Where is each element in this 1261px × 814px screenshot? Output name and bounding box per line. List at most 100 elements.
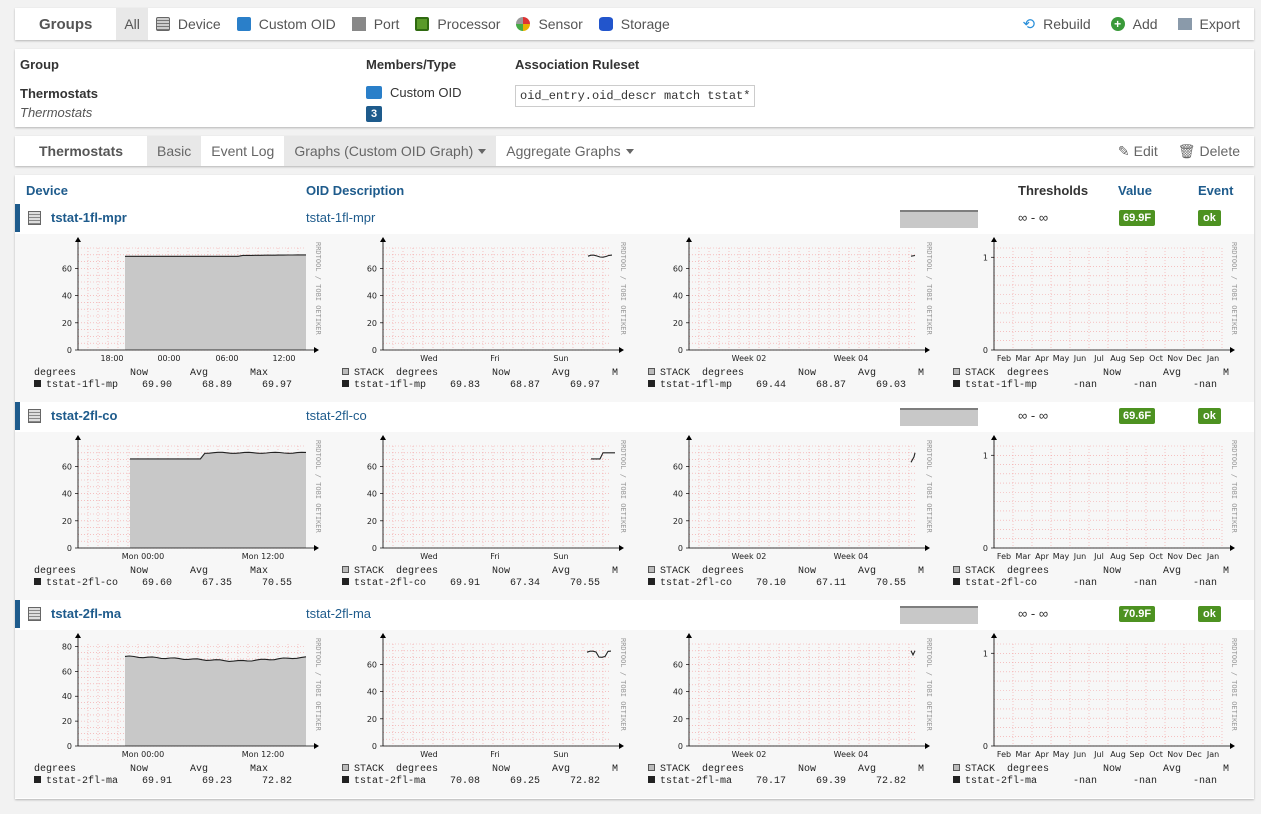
- col-event[interactable]: Event: [1198, 183, 1233, 198]
- legend-header-text: degrees Now Avg Max: [34, 764, 269, 775]
- x-tick-label: 18:00: [100, 354, 123, 363]
- rrdtool-watermark: RRDTOOL / TOBI OETIKER: [619, 242, 627, 336]
- tab-event-log-label: Event Log: [211, 143, 275, 159]
- groups-navbar: Groups All Device Custom OID Port Proces…: [15, 8, 1254, 40]
- rrd-graph-month[interactable]: 0 20 40 60 Week 02 Week 04 RRDTOOL / TOBI OETI…: [639, 432, 939, 600]
- x-tick-label: Nov: [1167, 552, 1183, 561]
- y-tick-label: 60: [62, 462, 72, 471]
- tab-graphs[interactable]: Graphs (Custom OID Graph): [284, 136, 497, 166]
- tab-aggregate-label: Aggregate Graphs: [506, 143, 621, 159]
- rrd-graph-day[interactable]: 0 20 40 60 Mon 00:00 Mon 12:00 RRDTOOL / TOBI …: [28, 432, 328, 600]
- nav-all[interactable]: All: [116, 8, 148, 40]
- oid-description-link[interactable]: tstat-1fl-mpr: [306, 210, 375, 225]
- y-tick-label: 0: [372, 346, 377, 355]
- legend-header: degrees Now Avg Max: [34, 566, 268, 577]
- x-tick-label: Week 04: [834, 552, 869, 561]
- rrd-graph-canvas: 0 1 Feb Mar Apr May Jun Jul Aug Sep Oct Nov Dec Jan RR…: [983, 633, 1238, 759]
- rrd-graph-day[interactable]: 0 20 40 60 18:00 00:00 06:00 12:00 RRDTOOL / TOB…: [28, 234, 328, 402]
- rrd-graph-year[interactable]: 0 1 Feb Mar Apr May Jun Jul Aug Sep Oct Nov Dec Jan RR…: [944, 630, 1244, 798]
- rrd-graph-year[interactable]: 0 1 Feb Mar Apr May Jun Jul Aug Sep Oct Nov Dec Jan RR…: [944, 234, 1244, 402]
- export-label: Export: [1199, 16, 1240, 32]
- x-tick-label: Jan: [1206, 750, 1219, 759]
- x-tick-label: 06:00: [215, 354, 238, 363]
- x-tick-label: Week 02: [732, 750, 767, 759]
- tab-basic[interactable]: Basic: [147, 136, 202, 166]
- rrd-graph-week[interactable]: 0 20 40 60 Wed Fri Sun RRDTOOL / TOBI OETIKER ST…: [333, 234, 633, 402]
- legend-row-text: tstat-2fl-co -nan -nan -nan: [965, 578, 1218, 589]
- nav-processor[interactable]: Processor: [407, 8, 508, 40]
- rrd-graph-month[interactable]: 0 20 40 60 Week 02 Week 04 RRDTOOL / TOBI OETI…: [639, 234, 939, 402]
- tab-event-log[interactable]: Event Log: [201, 136, 284, 166]
- table-row[interactable]: tstat-2fl-co tstat-2fl-co ∞ - ∞ 69.6F ok: [15, 402, 1254, 432]
- col-oid-description[interactable]: OID Description: [306, 183, 404, 198]
- y-tick-label: 0: [983, 742, 988, 751]
- y-tick-label: 20: [62, 517, 72, 526]
- nav-storage[interactable]: Storage: [591, 8, 678, 40]
- nav-device[interactable]: Device: [148, 8, 229, 40]
- rrd-graph-month[interactable]: 0 20 40 60 Week 02 Week 04 RRDTOOL / TOBI OETI…: [639, 630, 939, 798]
- legend-swatch: [342, 380, 349, 387]
- y-axis-arrow: [686, 435, 692, 440]
- legend-swatch: [953, 380, 960, 387]
- rrdtool-watermark: RRDTOOL / TOBI OETIKER: [1230, 440, 1238, 534]
- series-line: [586, 650, 612, 658]
- nav-custom-oid[interactable]: Custom OID: [229, 8, 344, 40]
- edit-button[interactable]: ✎ Edit: [1108, 136, 1168, 166]
- x-tick-label: Aug: [1110, 750, 1126, 759]
- y-tick-label: 20: [673, 715, 683, 724]
- rrdtool-watermark: RRDTOOL / TOBI OETIKER: [619, 638, 627, 732]
- gauge-icon: [516, 17, 531, 31]
- legend-header: STACK degrees Now Avg M: [342, 368, 618, 379]
- oid-description-link[interactable]: tstat-2fl-co: [306, 408, 367, 423]
- legend-swatch: [953, 776, 960, 783]
- nav-sensor[interactable]: Sensor: [508, 8, 590, 40]
- y-axis-arrow: [380, 633, 386, 638]
- table-row[interactable]: tstat-2fl-ma tstat-2fl-ma ∞ - ∞ 70.9F ok: [15, 600, 1254, 630]
- x-tick-label: Fri: [490, 750, 500, 759]
- group-header: Group: [20, 57, 59, 72]
- y-tick-label: 20: [673, 319, 683, 328]
- col-value[interactable]: Value: [1118, 183, 1152, 198]
- device-link[interactable]: tstat-1fl-mpr: [51, 210, 127, 225]
- legend-header-text: STACK degrees Now Avg M: [354, 566, 619, 577]
- x-tick-label: Sep: [1129, 552, 1144, 561]
- rrdtool-watermark: RRDTOOL / TOBI OETIKER: [925, 242, 933, 336]
- rrdtool-watermark: RRDTOOL / TOBI OETIKER: [1230, 638, 1238, 732]
- sparkline[interactable]: [900, 606, 978, 624]
- rrd-graph-canvas: 0 1 Feb Mar Apr May Jun Jul Aug Sep Oct Nov Dec Jan RR…: [983, 237, 1238, 363]
- y-tick-label: 0: [983, 346, 988, 355]
- legend-row-text: tstat-2fl-co 69.60 67.35 70.55: [46, 578, 293, 589]
- member-type: Custom OID: [390, 85, 462, 100]
- rrd-graph-week[interactable]: 0 20 40 60 Wed Fri Sun RRDTOOL / TOBI OETIKER ST…: [333, 630, 633, 798]
- export-button[interactable]: Export: [1168, 8, 1254, 40]
- add-button[interactable]: + Add: [1101, 8, 1168, 40]
- col-device[interactable]: Device: [26, 183, 68, 198]
- x-axis-arrow: [925, 347, 930, 353]
- sparkline[interactable]: [900, 210, 978, 228]
- y-axis-arrow: [380, 237, 386, 242]
- y-tick-label: 40: [367, 688, 377, 697]
- tab-aggregate-graphs[interactable]: Aggregate Graphs: [496, 136, 643, 166]
- legend-header-text: STACK degrees Now Avg M: [965, 764, 1230, 775]
- graph-row: 0 20 40 60 Mon 00:00 Mon 12:00 RRDTOOL / TOBI …: [15, 432, 1254, 600]
- device-link[interactable]: tstat-2fl-co: [51, 408, 117, 423]
- table-row[interactable]: tstat-1fl-mpr tstat-1fl-mpr ∞ - ∞ 69.9F ok: [15, 204, 1254, 234]
- tab-graphs-label: Graphs (Custom OID Graph): [294, 143, 474, 159]
- rrd-graph-week[interactable]: 0 20 40 60 Wed Fri Sun RRDTOOL / TOBI OETIKER ST…: [333, 432, 633, 600]
- rebuild-button[interactable]: ⟲ Rebuild: [1013, 8, 1101, 40]
- chevron-down-icon: [625, 148, 634, 154]
- rrd-graph-year[interactable]: 0 1 Feb Mar Apr May Jun Jul Aug Sep Oct Nov Dec Jan RR…: [944, 432, 1244, 600]
- y-tick-label: 60: [367, 462, 377, 471]
- oid-description-link[interactable]: tstat-2fl-ma: [306, 606, 371, 621]
- rrd-graph-day[interactable]: 0 20 40 60 80 Mon 00:00 Mon 12:00 RRDTOOL / TOB…: [28, 630, 328, 798]
- legend-swatch: [953, 764, 960, 771]
- legend-row: tstat-2fl-co 69.91 67.34 70.55: [342, 578, 600, 589]
- edit-icon: ✎: [1117, 142, 1130, 159]
- delete-button[interactable]: 🗑 Delete: [1168, 136, 1254, 166]
- y-tick-label: 40: [673, 688, 683, 697]
- y-tick-label: 60: [367, 264, 377, 273]
- device-link[interactable]: tstat-2fl-ma: [51, 606, 121, 621]
- y-tick-label: 0: [678, 346, 683, 355]
- nav-port[interactable]: Port: [344, 8, 408, 40]
- sparkline[interactable]: [900, 408, 978, 426]
